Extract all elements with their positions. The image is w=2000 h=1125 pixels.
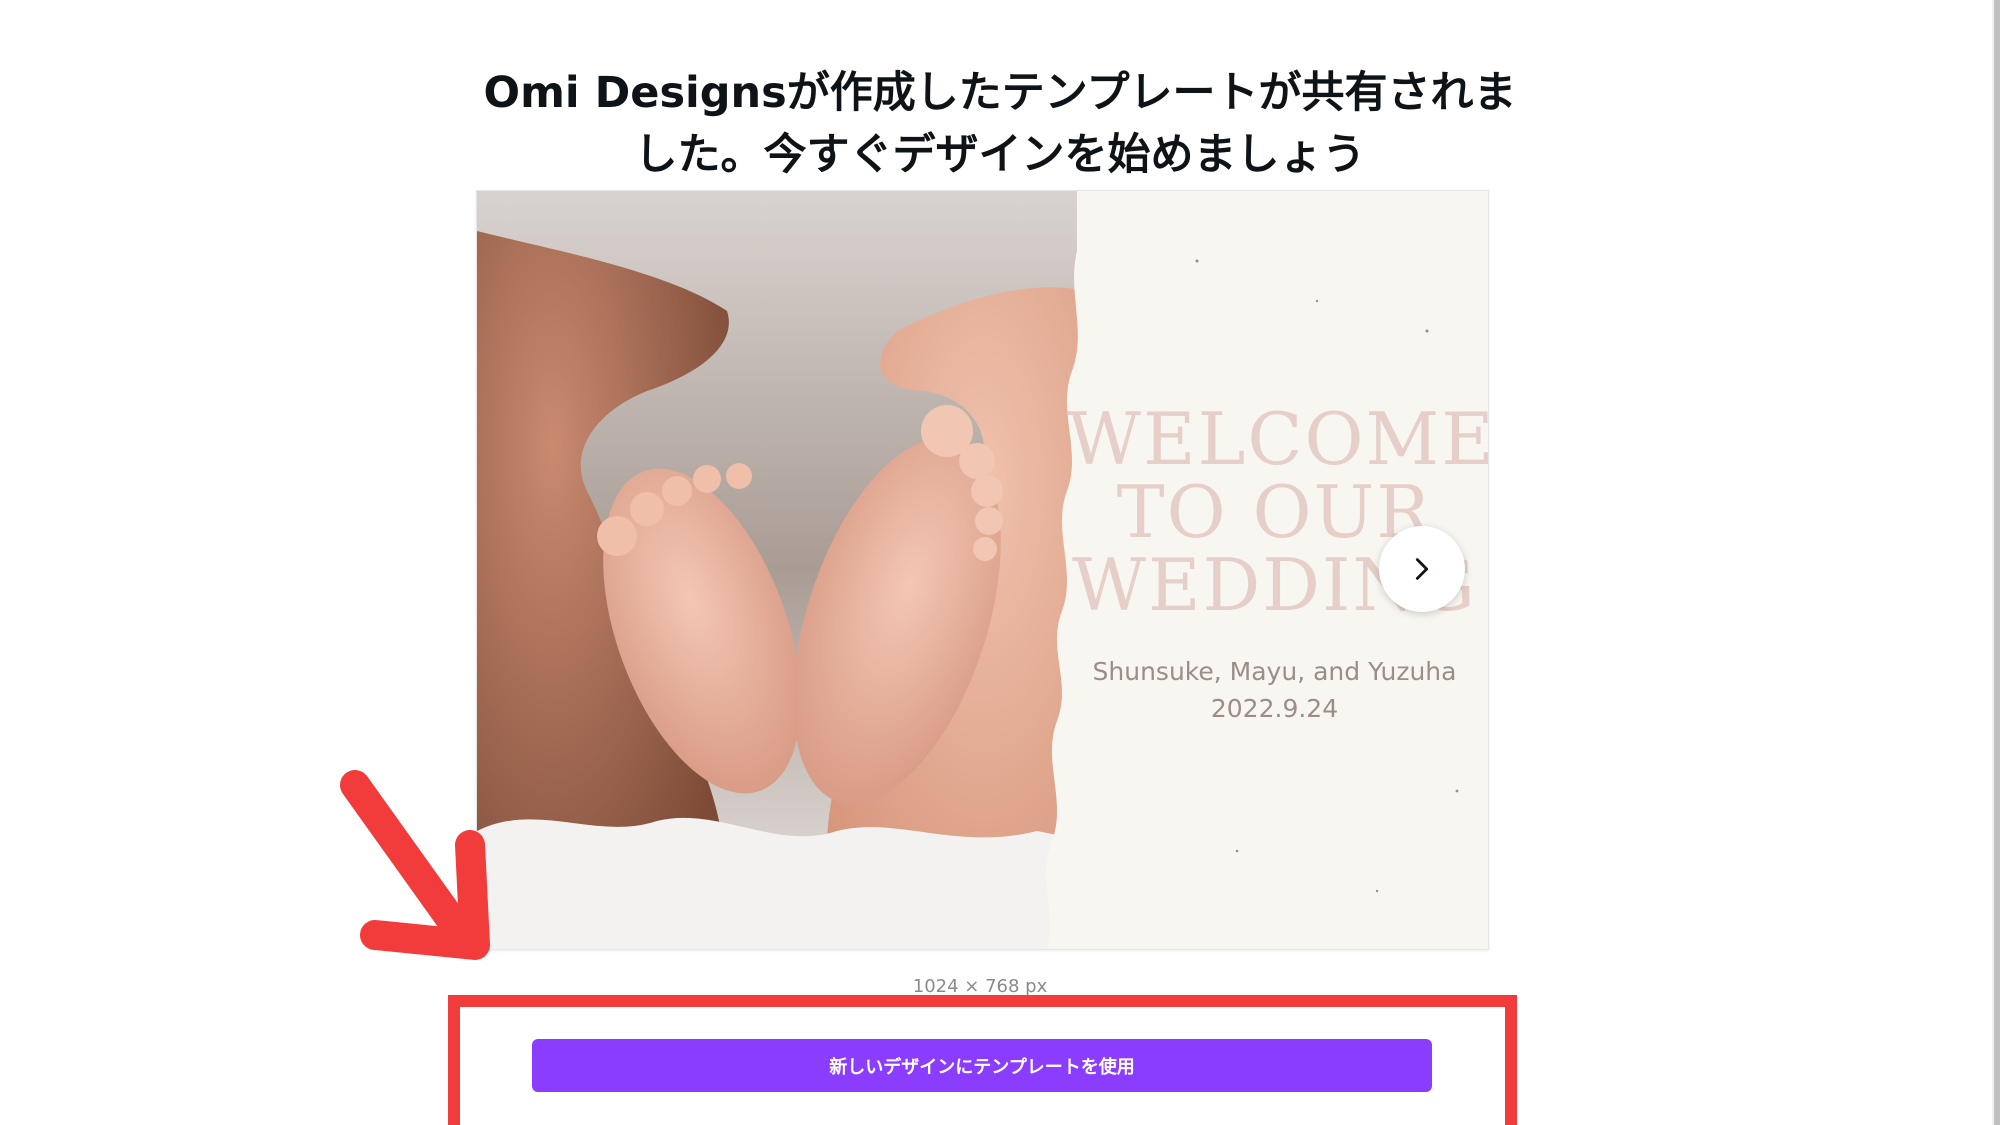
page-title: Omi Designsが作成したテンプレートが共有されま した。今すぐデザインを… xyxy=(440,62,1560,186)
page-title-line2: した。今すぐデザインを始めましょう xyxy=(634,130,1366,180)
red-arrow-annotation-icon xyxy=(340,770,490,960)
scrollbar[interactable] xyxy=(1992,0,2000,1125)
template-size-label: 1024 × 768 px xyxy=(912,976,1048,997)
chevron-right-icon xyxy=(1415,558,1429,580)
next-page-button[interactable] xyxy=(1379,526,1465,612)
couple-names: Shunsuke, Mayu, and Yuzuha xyxy=(1092,657,1457,686)
page: Omi Designsが作成したテンプレートが共有されま した。今すぐデザインを… xyxy=(0,0,2000,1125)
page-title-line1: Omi Designsが作成したテンプレートが共有されま xyxy=(483,68,1517,118)
wedding-date: 2022.9.24 xyxy=(1210,694,1339,723)
couple-info: Shunsuke, Mayu, and Yuzuha 2022.9.24 xyxy=(1067,653,1482,727)
scrollbar-thumb[interactable] xyxy=(1994,0,2000,1125)
welcome-line-1: WELCOME xyxy=(1067,397,1489,481)
use-template-button[interactable]: 新しいデザインにテンプレートを使用 xyxy=(532,1039,1432,1092)
template-preview: WELCOME TO OUR WEDDING Shunsuke, Mayu, a… xyxy=(476,190,1489,950)
